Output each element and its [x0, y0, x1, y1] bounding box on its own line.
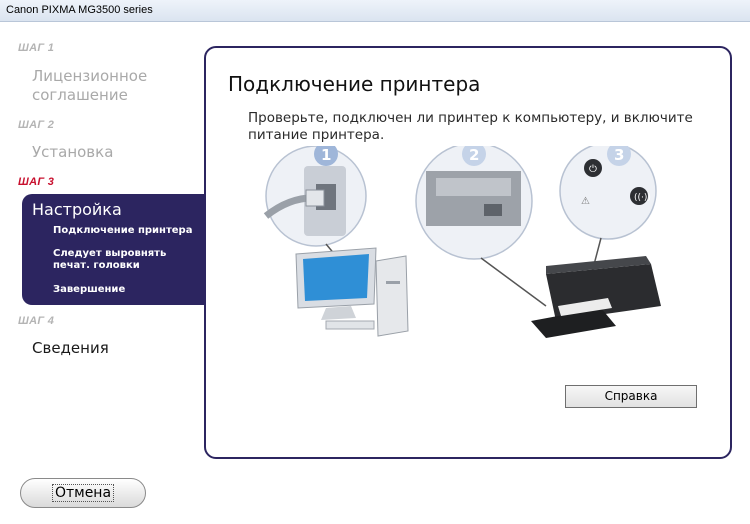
step-1-title: Лицензионное соглашение [32, 67, 148, 104]
step-3-label: ШАГ 3 [18, 176, 55, 188]
window-title: Canon PIXMA MG3500 series [6, 4, 153, 16]
step-3-title: Настройка [32, 200, 122, 219]
printer-image [531, 256, 661, 338]
step-2-title: Установка [32, 143, 114, 161]
content-panel: Подключение принтера Проверьте, подключе… [204, 46, 732, 459]
svg-text:((·)): ((·)) [634, 193, 651, 203]
svg-text:⚠: ⚠ [581, 196, 590, 207]
steps-sidebar: ШАГ 1 Лицензионное соглашение ШАГ 2 Уста… [0, 22, 210, 462]
instruction-text: Проверьте, подключен ли принтер к компью… [248, 110, 693, 143]
callout-3: 3 [614, 146, 624, 164]
current-step-panel: Настройка Подключение принтера Следует в… [22, 194, 210, 305]
svg-text:⏻: ⏻ [589, 164, 597, 175]
step-2-label: ШАГ 2 [18, 119, 55, 131]
help-button[interactable]: Справка [565, 385, 697, 408]
step-4-label: ШАГ 4 [18, 315, 55, 327]
callout-1: 1 [321, 146, 331, 164]
cancel-button-label: Отмена [51, 484, 115, 502]
substep-finish: Завершение [53, 284, 126, 295]
printer-back-detail [415, 146, 547, 307]
step-1-label: ШАГ 1 [18, 42, 55, 54]
window-title-bar: Canon PIXMA MG3500 series [0, 0, 750, 22]
cancel-button[interactable]: Отмена [20, 478, 146, 508]
callout-2: 2 [469, 146, 479, 164]
computer-image [295, 247, 409, 337]
step-4-title: Сведения [32, 339, 109, 357]
substep-printer-connection: Подключение принтера [53, 225, 193, 236]
page-title: Подключение принтера [228, 72, 481, 96]
substep-head-alignment: Следует выровнять печат. головки [53, 248, 167, 271]
printer-connection-illustration: ⏻ ⚠ ((·)) 1 2 3 [263, 146, 661, 338]
